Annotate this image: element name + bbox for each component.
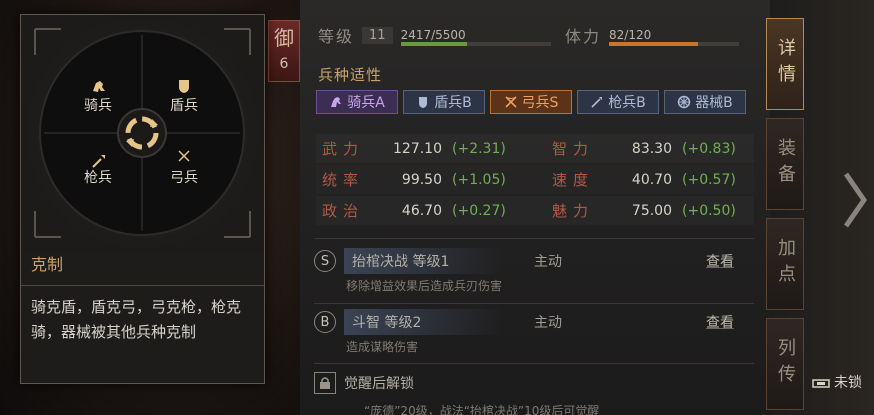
skill-name: 斗智 等级2 [344,309,504,335]
spear-icon [590,95,604,109]
exp-bar-fill [400,42,467,46]
skill-type: 主动 [534,254,562,270]
attr-bonus: (+2.31) [452,140,506,157]
divider [21,285,264,286]
skill-grade: S [314,250,336,272]
attr-value: 46.70 [401,202,442,219]
awaken-section: 觉醒后解锁 “庞德”20级，战法“抬棺决战”10级后可觉醒 [314,370,754,415]
skill-b: B 斗智 等级2 主动 查看 造成谋略伤害 [314,309,754,355]
troop-spear[interactable]: 枪兵B [577,90,659,114]
level-row: 等级 11 2417/5500 [318,22,551,48]
skill-grade: B [314,311,336,333]
divider [314,303,754,304]
exp-bar: 2417/5500 [400,24,551,46]
troop-spear-label: 枪兵B [608,95,646,111]
attr-bonus: (+1.05) [452,171,506,188]
attr-speed: 速度 40.70 (+0.57) [546,169,754,190]
shield-icon [416,95,430,109]
attr-label: 政治 [322,202,365,220]
level-label: 等级 [318,27,355,46]
tab-biography[interactable]: 列传 [766,318,804,410]
circle-label-cavalry: 骑兵 [84,98,112,114]
level-value: 11 [362,26,393,44]
tab-equipment[interactable]: 装备 [766,118,804,210]
troop-bow-label: 弓兵S [521,95,559,111]
attribute-row: 武力 127.10 (+2.31) 智力 83.30 (+0.83) [316,134,754,163]
attr-bonus: (+0.27) [452,202,506,219]
tab-points[interactable]: 加点 [766,218,804,310]
troop-siege-label: 器械B [695,95,733,111]
skill-view-button[interactable]: 查看 [706,312,734,332]
troop-list: 骑兵A 盾兵B 弓兵S 枪兵B 器械B [316,90,746,114]
attr-label: 统率 [322,171,365,189]
stamina-label: 体力 [565,27,602,46]
attr-bonus: (+0.83) [682,140,736,157]
stamina-text: 82/120 [609,28,652,42]
troop-cavalry-label: 骑兵A [347,95,385,111]
wheel-icon [677,95,691,109]
bow-icon [504,95,518,109]
awaken-title: 觉醒后解锁 [344,376,414,392]
circle-label-shield: 盾兵 [170,98,198,114]
defense-badge-value: 6 [279,56,289,72]
attr-bonus: (+0.50) [682,202,736,219]
defense-badge-label: 御 [274,26,294,50]
stamina-bar: 82/120 [609,24,740,46]
attr-intellect: 智力 83.30 (+0.83) [546,138,754,159]
defense-badge: 御 6 [268,20,300,82]
side-tabs: 详情 装备 加点 列传 [766,18,806,415]
tab-details[interactable]: 详情 [766,18,804,110]
counter-popup: 骑兵 盾兵 枪兵 弓兵 克制 骑克盾，盾克弓，弓克枪，枪克骑，器械被其他兵种克制 [20,14,265,384]
skill-name: 抬棺决战 等级1 [344,248,504,274]
lock-toggle-label: 未锁 [834,375,862,391]
shield-icon [179,80,189,93]
unlock-icon [812,379,830,388]
skill-type: 主动 [534,315,562,331]
attr-value: 40.70 [631,171,672,188]
attr-politics: 政治 46.70 (+0.27) [316,200,546,221]
horse-icon [329,95,343,109]
troop-bow[interactable]: 弓兵S [490,90,572,114]
attr-bonus: (+0.57) [682,171,736,188]
stamina-row: 体力 82/120 [565,22,740,48]
attr-value: 127.10 [393,140,442,157]
circle-label-bow: 弓兵 [170,170,198,186]
exp-text: 2417/5500 [400,28,466,42]
attr-value: 83.30 [631,140,672,157]
next-arrow-icon[interactable] [842,170,868,230]
attr-force: 武力 127.10 (+2.31) [316,138,546,159]
attr-value: 99.50 [401,171,442,188]
attr-label: 武力 [322,140,365,158]
attr-label: 魅力 [552,202,595,220]
lock-toggle[interactable]: 未锁 [812,372,862,392]
attr-charm: 魅力 75.00 (+0.50) [546,200,754,221]
attr-label: 智力 [552,140,595,158]
attr-value: 75.00 [631,202,672,219]
troop-section-title: 兵种适性 [318,66,383,84]
popup-text: 骑克盾，盾克弓，弓克枪，枪克骑，器械被其他兵种克制 [31,298,242,341]
troop-cavalry[interactable]: 骑兵A [316,90,398,114]
attr-label: 速度 [552,171,595,189]
circle-label-spear: 枪兵 [84,170,112,186]
stamina-bar-fill [609,42,698,46]
attribute-table: 武力 127.10 (+2.31) 智力 83.30 (+0.83) 统率 99… [316,134,754,227]
awaken-desc: “庞德”20级，战法“抬棺决战”10级后可觉醒 [364,404,600,415]
lock-icon [314,372,336,394]
troop-siege[interactable]: 器械B [664,90,746,114]
troop-shield-label: 盾兵B [434,95,472,111]
attr-command: 统率 99.50 (+1.05) [316,169,546,190]
counter-diagram: 骑兵 盾兵 枪兵 弓兵 [21,15,264,251]
skill-view-button[interactable]: 查看 [706,251,734,271]
attribute-row: 政治 46.70 (+0.27) 魅力 75.00 (+0.50) [316,196,754,225]
counter-circle [34,28,251,238]
troop-shield[interactable]: 盾兵B [403,90,485,114]
divider [314,363,754,364]
skill-s: S 抬棺决战 等级1 主动 查看 移除增益效果后造成兵刃伤害 [314,248,754,294]
divider [314,238,754,239]
skill-desc: 移除增益效果后造成兵刃伤害 [346,279,503,293]
popup-title: 克制 [31,255,64,274]
skill-desc: 造成谋略伤害 [346,340,419,354]
attribute-row: 统率 99.50 (+1.05) 速度 40.70 (+0.57) [316,165,754,194]
